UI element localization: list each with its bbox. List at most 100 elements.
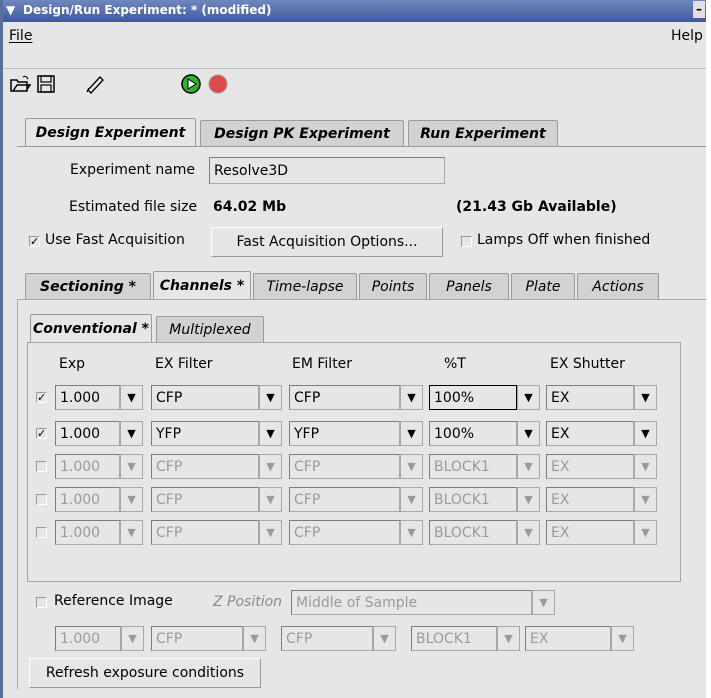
channel-em-dropdown[interactable]: ▼ xyxy=(400,520,423,545)
lamps-off-checkbox[interactable] xyxy=(461,236,472,247)
reference-em-field[interactable]: CFP xyxy=(281,626,373,651)
z-position-dropdown[interactable]: ▼ xyxy=(532,590,555,615)
channel-shutter-field[interactable]: EX xyxy=(546,385,634,410)
tab-channels[interactable]: Channels * xyxy=(153,271,251,299)
channel-em-field[interactable]: CFP xyxy=(289,454,400,479)
channel-exp-dropdown[interactable]: ▼ xyxy=(120,421,143,446)
channel-em-field[interactable]: CFP xyxy=(289,487,400,512)
reference-exp-dropdown[interactable]: ▼ xyxy=(121,626,144,651)
channel-t-field[interactable]: 100% xyxy=(429,421,517,446)
channel-enable-checkbox[interactable] xyxy=(36,461,47,472)
run-icon[interactable] xyxy=(179,72,203,96)
reference-shutter-dropdown[interactable]: ▼ xyxy=(611,626,634,651)
channel-t-field[interactable]: BLOCK1 xyxy=(429,454,517,479)
refresh-exposure-button[interactable]: Refresh exposure conditions xyxy=(29,658,261,688)
fast-acquisition-label: Use Fast Acquisition xyxy=(45,232,185,248)
channel-em-dropdown[interactable]: ▼ xyxy=(400,487,423,512)
experiment-name-input[interactable]: Resolve3D xyxy=(209,157,445,184)
channel-em-dropdown[interactable]: ▼ xyxy=(400,454,423,479)
tab-run-experiment[interactable]: Run Experiment xyxy=(408,120,558,146)
channel-exp-dropdown[interactable]: ▼ xyxy=(120,385,143,410)
channel-t-field[interactable]: BLOCK1 xyxy=(429,487,517,512)
channel-exp-dropdown[interactable]: ▼ xyxy=(120,454,143,479)
channel-ex-dropdown[interactable]: ▼ xyxy=(259,487,282,512)
edit-icon[interactable] xyxy=(83,72,107,96)
stop-icon[interactable] xyxy=(206,72,230,96)
channel-shutter-field[interactable]: EX xyxy=(546,454,634,479)
channel-shutter-dropdown[interactable]: ▼ xyxy=(634,421,657,446)
channel-shutter-field[interactable]: EX xyxy=(546,487,634,512)
channel-ex-field[interactable]: CFP xyxy=(151,385,259,410)
channel-t-dropdown[interactable]: ▼ xyxy=(517,421,540,446)
channel-shutter-dropdown[interactable]: ▼ xyxy=(634,385,657,410)
toolbar-divider xyxy=(3,68,706,69)
channel-exp-field[interactable]: 1.000 xyxy=(55,385,120,410)
channel-t-field[interactable]: 100% xyxy=(429,385,517,410)
tab-design-pk-experiment[interactable]: Design PK Experiment xyxy=(200,120,404,146)
fast-acquisition-checkbox[interactable]: ✓ xyxy=(29,236,40,247)
window-menu-icon[interactable]: ▼ xyxy=(6,3,15,17)
channel-em-dropdown[interactable]: ▼ xyxy=(400,421,423,446)
channel-exp-field[interactable]: 1.000 xyxy=(55,421,120,446)
channel-exp-field[interactable]: 1.000 xyxy=(55,487,120,512)
reference-ex-dropdown[interactable]: ▼ xyxy=(243,626,266,651)
reference-image-checkbox[interactable] xyxy=(36,597,47,608)
channel-enable-checkbox[interactable] xyxy=(36,494,47,505)
channel-shutter-field[interactable]: EX xyxy=(546,421,634,446)
channel-t-dropdown[interactable]: ▼ xyxy=(517,385,540,410)
channel-ex-dropdown[interactable]: ▼ xyxy=(259,454,282,479)
channel-ex-field[interactable]: CFP xyxy=(151,520,259,545)
tab-conventional[interactable]: Conventional * xyxy=(30,314,152,342)
channel-ex-field[interactable]: CFP xyxy=(151,487,259,512)
channel-t-dropdown[interactable]: ▼ xyxy=(517,487,540,512)
channel-em-field[interactable]: CFP xyxy=(289,520,400,545)
channel-exp-dropdown[interactable]: ▼ xyxy=(120,487,143,512)
menu-help[interactable]: Help xyxy=(671,28,703,44)
reference-shutter-field[interactable]: EX xyxy=(525,626,611,651)
channel-exp-field[interactable]: 1.000 xyxy=(55,520,120,545)
reference-exp-field[interactable]: 1.000 xyxy=(55,626,121,651)
channel-shutter-dropdown[interactable]: ▼ xyxy=(634,520,657,545)
header-percent-t: %T xyxy=(444,356,466,372)
z-position-field[interactable]: Middle of Sample xyxy=(291,590,532,615)
channel-em-field[interactable]: YFP xyxy=(289,421,400,446)
reference-em-dropdown[interactable]: ▼ xyxy=(373,626,396,651)
file-size-label: Estimated file size xyxy=(69,199,198,215)
minimize-button[interactable]: – xyxy=(693,1,705,18)
channel-enable-checkbox[interactable] xyxy=(36,527,47,538)
header-ex-shutter: EX Shutter xyxy=(550,356,625,372)
channel-exp-dropdown[interactable]: ▼ xyxy=(120,520,143,545)
reference-t-dropdown[interactable]: ▼ xyxy=(497,626,520,651)
channel-shutter-dropdown[interactable]: ▼ xyxy=(634,487,657,512)
channel-ex-dropdown[interactable]: ▼ xyxy=(259,421,282,446)
channel-ex-dropdown[interactable]: ▼ xyxy=(259,385,282,410)
save-icon[interactable] xyxy=(34,72,58,96)
tab-multiplexed[interactable]: Multiplexed xyxy=(156,316,264,342)
tab-actions[interactable]: Actions xyxy=(577,273,659,299)
menu-file[interactable]: File xyxy=(9,28,32,44)
channel-ex-field[interactable]: CFP xyxy=(151,454,259,479)
channel-exp-field[interactable]: 1.000 xyxy=(55,454,120,479)
channel-ex-field[interactable]: YFP xyxy=(151,421,259,446)
reference-t-field[interactable]: BLOCK1 xyxy=(411,626,497,651)
tab-points[interactable]: Points xyxy=(359,273,427,299)
window-title: Design/Run Experiment: * (modified) xyxy=(23,3,272,17)
channel-ex-dropdown[interactable]: ▼ xyxy=(259,520,282,545)
channel-em-field[interactable]: CFP xyxy=(289,385,400,410)
channel-shutter-field[interactable]: EX xyxy=(546,520,634,545)
channel-enable-checkbox[interactable]: ✓ xyxy=(36,428,47,439)
reference-ex-field[interactable]: CFP xyxy=(151,626,243,651)
channel-t-dropdown[interactable]: ▼ xyxy=(517,454,540,479)
tab-panels[interactable]: Panels xyxy=(429,273,509,299)
open-folder-icon[interactable] xyxy=(8,72,32,96)
fast-acquisition-options-button[interactable]: Fast Acquisition Options... xyxy=(211,227,443,257)
channel-enable-checkbox[interactable]: ✓ xyxy=(36,392,47,403)
channel-t-field[interactable]: BLOCK1 xyxy=(429,520,517,545)
channel-shutter-dropdown[interactable]: ▼ xyxy=(634,454,657,479)
channel-t-dropdown[interactable]: ▼ xyxy=(517,520,540,545)
tab-plate[interactable]: Plate xyxy=(511,273,575,299)
tab-sectioning[interactable]: Sectioning * xyxy=(25,273,151,299)
tab-time-lapse[interactable]: Time-lapse xyxy=(253,273,357,299)
channel-em-dropdown[interactable]: ▼ xyxy=(400,385,423,410)
tab-design-experiment[interactable]: Design Experiment xyxy=(25,118,196,146)
